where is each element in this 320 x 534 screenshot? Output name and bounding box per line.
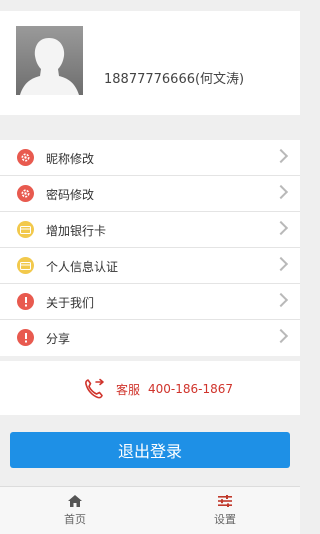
chevron-right-icon <box>273 256 289 272</box>
menu-item-identity-verification[interactable]: 个人信息认证 <box>0 248 300 284</box>
menu-item-label: 关于我们 <box>46 296 95 310</box>
menu-item-label: 个人信息认证 <box>46 260 119 274</box>
menu-item-label: 昵称修改 <box>46 152 95 166</box>
chevron-right-icon <box>273 220 289 236</box>
settings-menu: 昵称修改 密码修改 增加银行卡 个人信息认证 关于我们 分享 <box>0 140 300 356</box>
info-icon <box>17 329 34 346</box>
tab-settings-label: 设置 <box>214 513 236 526</box>
service-label: 客服 <box>116 382 141 397</box>
logout-button[interactable]: 退出登录 <box>10 432 290 468</box>
card-icon <box>17 257 34 274</box>
profile-phone-name: 18877776666(何文涛) <box>104 72 245 87</box>
avatar[interactable] <box>16 26 83 95</box>
chevron-right-icon <box>273 328 289 344</box>
menu-item-label: 密码修改 <box>46 188 95 202</box>
profile-card[interactable]: 18877776666(何文涛) <box>0 11 300 115</box>
tab-settings[interactable]: 设置 <box>150 487 300 534</box>
user-silhouette-icon <box>20 38 79 95</box>
info-icon <box>17 293 34 310</box>
tab-home-label: 首页 <box>64 513 86 526</box>
menu-item-nickname[interactable]: 昵称修改 <box>0 140 300 176</box>
gear-icon <box>17 185 34 202</box>
tab-home[interactable]: 首页 <box>0 487 150 534</box>
customer-service-row[interactable]: 客服 400-186-1867 <box>0 361 300 415</box>
sliders-icon <box>218 495 232 507</box>
card-icon <box>17 221 34 238</box>
menu-item-about-us[interactable]: 关于我们 <box>0 284 300 320</box>
menu-item-label: 增加银行卡 <box>46 224 107 238</box>
menu-item-label: 分享 <box>46 332 71 346</box>
chevron-right-icon <box>273 184 289 200</box>
home-icon <box>68 495 82 507</box>
chevron-right-icon <box>273 292 289 308</box>
menu-item-add-bank-card[interactable]: 增加银行卡 <box>0 212 300 248</box>
bottom-tab-bar: 首页 设置 <box>0 486 300 534</box>
menu-item-password[interactable]: 密码修改 <box>0 176 300 212</box>
chevron-right-icon <box>273 148 289 164</box>
service-phone-number[interactable]: 400-186-1867 <box>148 382 233 396</box>
gear-icon <box>17 149 34 166</box>
menu-item-share[interactable]: 分享 <box>0 320 300 356</box>
phone-icon <box>85 378 104 399</box>
